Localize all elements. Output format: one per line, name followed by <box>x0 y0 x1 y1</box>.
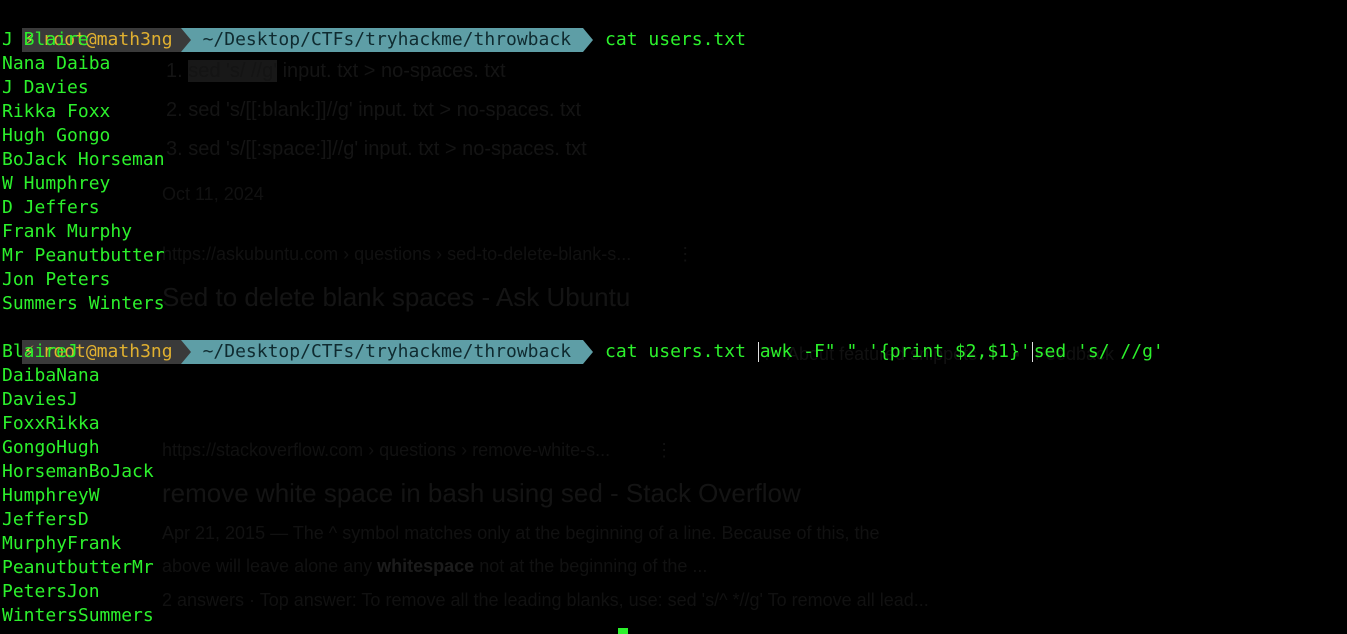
output-line: BlaireJ <box>2 341 78 362</box>
prompt-line-1: ⚡ root@math3ng ~/Desktop/CTFs/tryhackme/th… <box>0 4 746 52</box>
powerline-separator <box>583 28 594 52</box>
command-text: cat users.txt awk -F" " '{print $2,$1}' s… <box>605 341 1164 362</box>
powerline-separator <box>180 28 191 52</box>
prompt-line-3 <box>0 628 618 632</box>
terminal-cursor[interactable] <box>618 628 628 634</box>
output-line: DaibaNana <box>2 365 100 386</box>
bg-list-item-2: 2. sed 's/[[:blank:]]//g' input. txt > n… <box>166 99 582 121</box>
prompt-path-segment: ~/Desktop/CTFs/tryhackme/throwback <box>190 340 584 364</box>
more-icon: ⋮ <box>676 244 695 264</box>
bg-list-item-1: 1. sed 's/ //g' input. txt > no-spaces. … <box>166 60 506 82</box>
output-line: HorsemanBoJack <box>2 461 154 482</box>
pipe-bar <box>1031 342 1033 362</box>
output-line: J Blaire <box>2 29 89 50</box>
output-line: FoxxRikka <box>2 413 100 434</box>
bg-list-item-3: 3. sed 's/[[:space:]]//g' input. txt > n… <box>166 138 587 160</box>
bg-highlight: sed 's/ //g' <box>188 60 278 82</box>
output-line: BoJack Horseman <box>2 149 165 170</box>
output-line: WintersSummers <box>2 605 154 626</box>
more-icon: ⋮ <box>655 440 674 460</box>
powerline-separator <box>583 340 594 364</box>
output-line: DaviesJ <box>2 389 78 410</box>
output-line: D Jeffers <box>2 197 100 218</box>
output-line: Frank Murphy <box>2 221 133 242</box>
output-line: PetersJon <box>2 581 100 602</box>
prompt-line-2: ⚡ root@math3ng ~/Desktop/CTFs/tryhackme/th… <box>0 316 1164 364</box>
output-line: MurphyFrank <box>2 533 122 554</box>
pipe-bar <box>757 342 759 362</box>
output-line: GongoHugh <box>2 437 100 458</box>
output-line: Mr Peanutbutter <box>2 245 165 266</box>
bg-result2-title: remove white space in bash using sed - S… <box>162 478 801 508</box>
output-line: Rikka Foxx <box>2 101 111 122</box>
output-line: Jon Peters <box>2 269 111 290</box>
bg-result2-snippet-2: above will leave alone any whitespace no… <box>162 556 708 576</box>
output-line: Nana Daiba <box>2 53 111 74</box>
output-line: HumphreyW <box>2 485 100 506</box>
powerline-separator <box>180 340 191 364</box>
command-text: cat users.txt <box>605 29 746 50</box>
output-line: JeffersD <box>2 509 89 530</box>
bg-result1-url: https://askubuntu.com › questions › sed-… <box>162 244 695 264</box>
output-line: W Humphrey <box>2 173 111 194</box>
bg-date: Oct 11, 2024 <box>162 184 264 204</box>
bg-result2-answers: 2 answers · Top answer: To remove all th… <box>162 590 929 610</box>
bg-result2-snippet-1: Apr 21, 2015 — The ^ symbol matches only… <box>162 523 880 543</box>
output-line: PeanutbutterMr <box>2 557 154 578</box>
output-line: J Davies <box>2 77 89 98</box>
output-line: Summers Winters <box>2 293 165 314</box>
prompt-path-segment: ~/Desktop/CTFs/tryhackme/throwback <box>190 28 584 52</box>
bg-result1-title: Sed to delete blank spaces - Ask Ubuntu <box>162 282 631 312</box>
output-line: Hugh Gongo <box>2 125 111 146</box>
bg-result2-url: https://stackoverflow.com › questions › … <box>162 440 674 460</box>
